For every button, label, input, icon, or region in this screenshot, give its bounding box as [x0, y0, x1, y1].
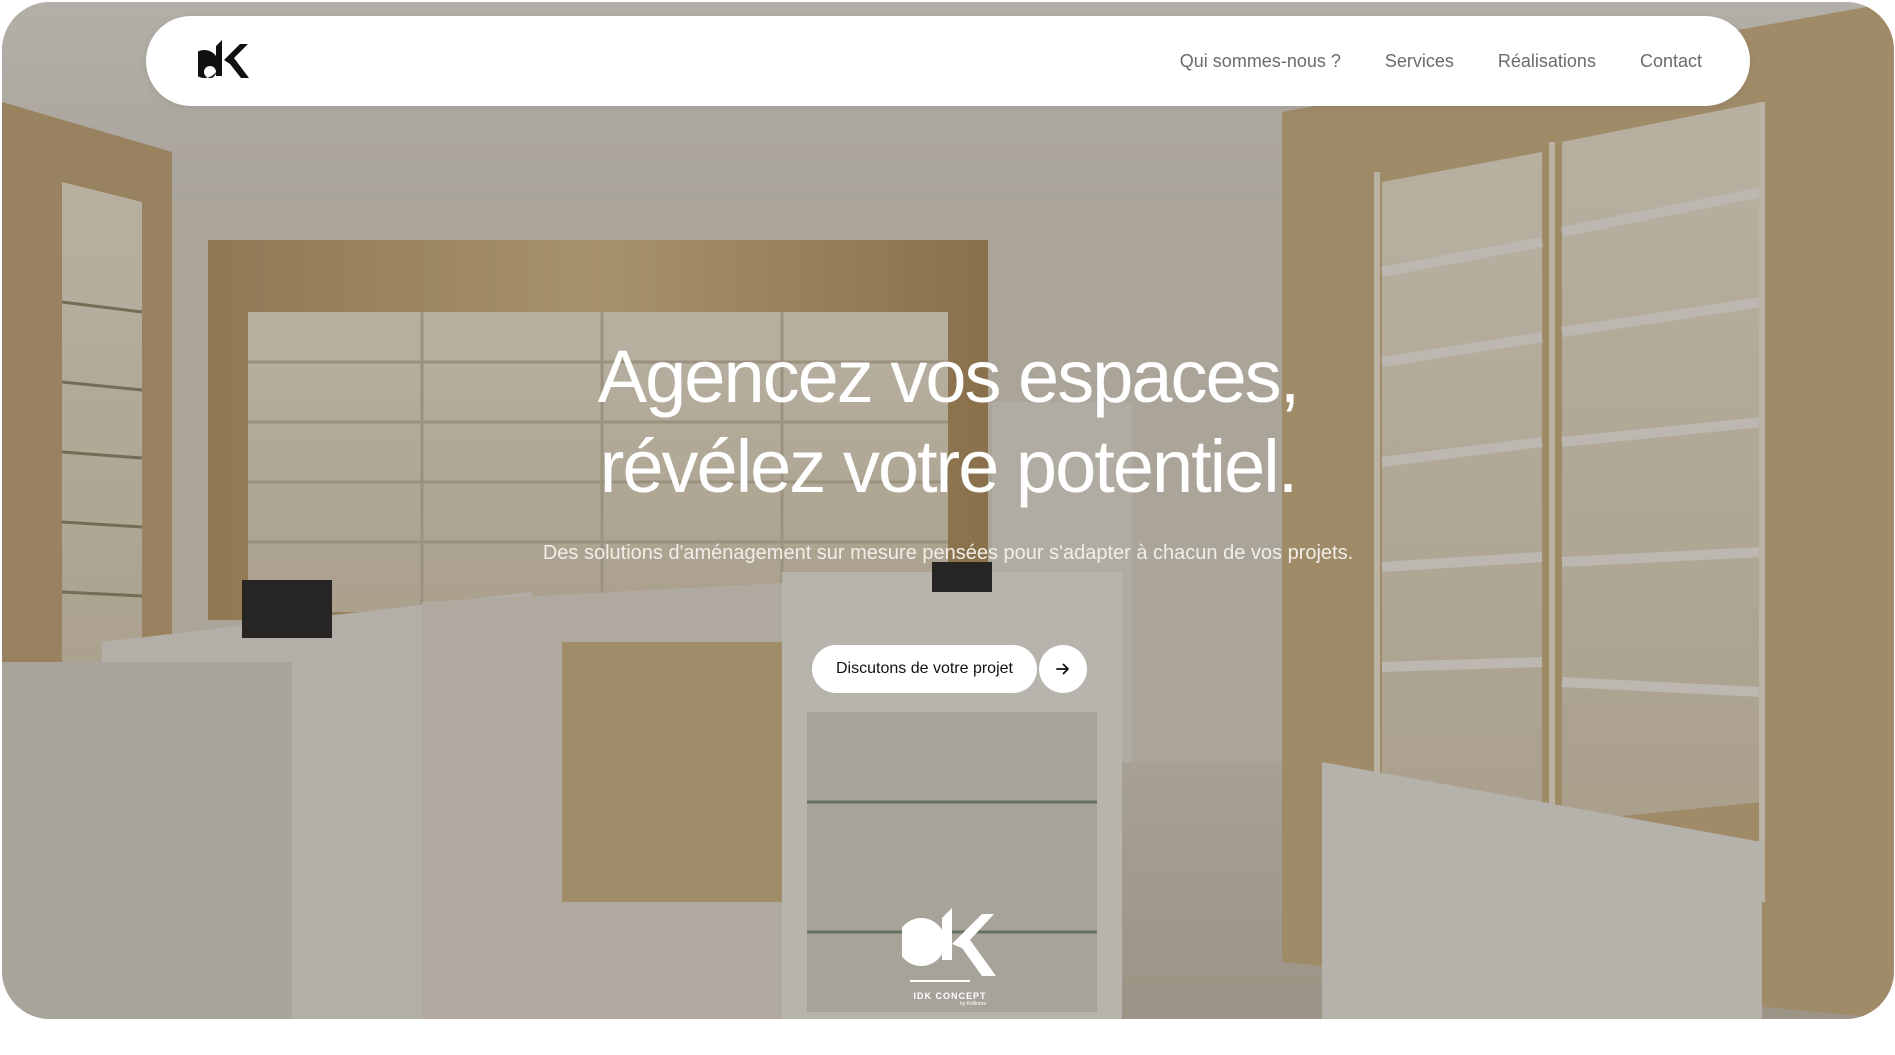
idk-concept-logo: IDK CONCEPT by Kellinma — [897, 904, 1000, 1007]
nav-link-contact[interactable]: Contact — [1640, 51, 1702, 72]
cta-group: Discutons de votre projet — [812, 645, 1087, 693]
dk-logo-icon — [190, 40, 249, 78]
logo-brand-name: IDK CONCEPT — [913, 991, 987, 1001]
nav-link-services[interactable]: Services — [1385, 51, 1454, 72]
hero-headline: Agencez vos espaces, révélez votre poten… — [2, 332, 1894, 512]
nav-link-about[interactable]: Qui sommes-nous ? — [1180, 51, 1341, 72]
hero-content: Agencez vos espaces, révélez votre poten… — [2, 332, 1894, 565]
arrow-right-icon — [1056, 663, 1069, 675]
home-logo-link[interactable] — [190, 36, 250, 84]
nav-link-realisations[interactable]: Réalisations — [1498, 51, 1596, 72]
hero-subtitle: Des solutions d'aménagement sur mesure p… — [542, 542, 1354, 564]
discuss-project-button[interactable]: Discutons de votre projet — [812, 645, 1037, 693]
cta-arrow-button[interactable] — [1038, 645, 1087, 693]
main-nav: Qui sommes-nous ? Services Réalisations … — [1180, 16, 1702, 106]
logo-tagline: by Kellinma — [960, 1001, 986, 1007]
hero-headline-line1: Agencez vos espaces, — [597, 335, 1300, 418]
top-navbar: Qui sommes-nous ? Services Réalisations … — [146, 16, 1750, 106]
dk-logo-icon — [897, 908, 996, 982]
hero-headline-line2: révélez votre potentiel. — [599, 425, 1299, 508]
hero-section: Agencez vos espaces, révélez votre poten… — [2, 2, 1894, 1019]
